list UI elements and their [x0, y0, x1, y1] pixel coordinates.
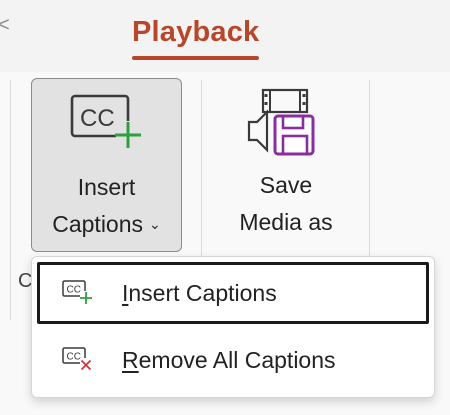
svg-text:CC: CC — [80, 105, 115, 132]
closed-captions-add-icon: CC — [70, 93, 142, 160]
svg-text:CC: CC — [67, 352, 81, 363]
group-separator — [10, 80, 11, 320]
svg-text:CC: CC — [67, 285, 81, 296]
menu-item-remove-all-captions-label: Remove All Captions — [122, 347, 336, 374]
closed-captions-remove-icon: CC — [62, 346, 92, 377]
insert-captions-label-line1: Insert — [77, 174, 136, 200]
save-media-label-line1: Save — [259, 172, 313, 198]
chevron-down-icon: ⌄ — [149, 216, 161, 232]
ribbon-tab-strip: < Playback — [0, 0, 450, 72]
accelerator-key: R — [122, 347, 139, 373]
insert-captions-button[interactable]: CC Insert Captions ⌄ — [31, 78, 182, 252]
closed-captions-add-icon: CC — [62, 279, 92, 310]
tab-playback[interactable]: Playback — [132, 16, 259, 49]
active-tab-indicator — [132, 56, 259, 60]
save-media-as-button[interactable]: Save Media as — [216, 78, 356, 252]
save-media-label-line2: Media as — [239, 209, 333, 235]
menu-item-remove-all-captions[interactable]: CC Remove All Captions — [37, 329, 429, 391]
menu-item-text: nsert Captions — [128, 280, 277, 306]
insert-captions-label-text: Captions — [52, 211, 144, 237]
save-media-icon — [245, 88, 329, 163]
tab-scroll-left-hint[interactable]: < — [0, 14, 10, 37]
menu-item-insert-captions[interactable]: CC Insert Captions — [37, 262, 429, 324]
menu-item-insert-captions-label: Insert Captions — [122, 280, 277, 307]
insert-captions-dropdown-menu: CC Insert Captions CC Remove All Caption… — [31, 256, 435, 398]
menu-item-text: emove All Captions — [138, 347, 336, 373]
insert-captions-label-line2: Captions ⌄ — [32, 211, 181, 238]
powerpoint-ribbon-screenshot: < Playback C CC Insert Captions ⌄ Save M… — [0, 0, 450, 415]
